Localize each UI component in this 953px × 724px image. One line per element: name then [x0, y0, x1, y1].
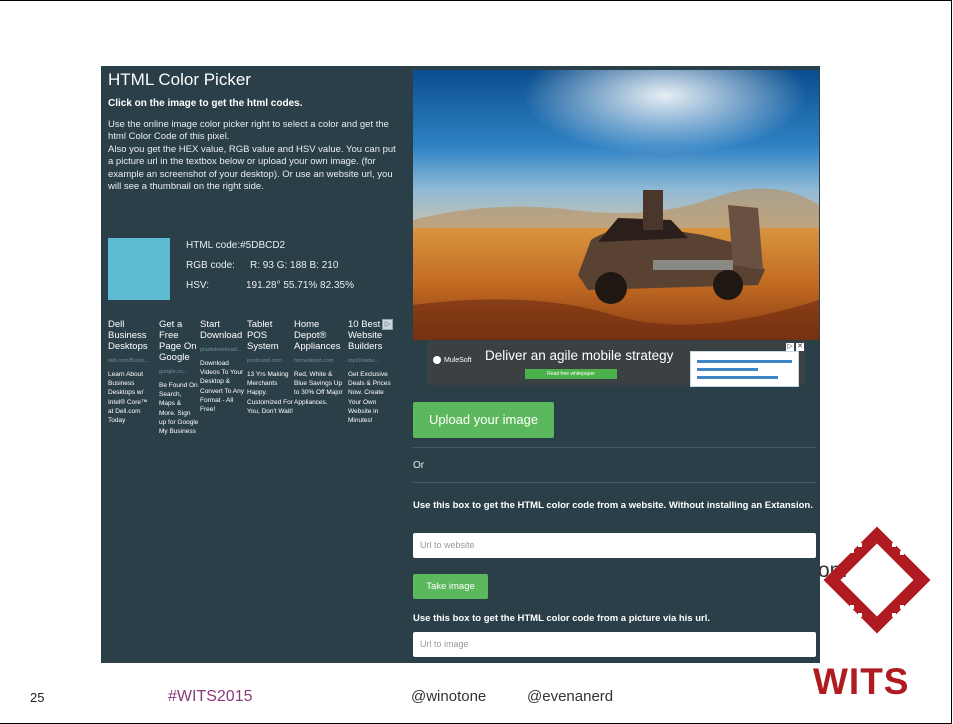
upload-image-button[interactable]: Upload your image [413, 402, 554, 438]
hsv-code-label: HSV: [186, 280, 209, 291]
ad-item[interactable]: Tablet POS System posbrand.com 13 Yrs Ma… [247, 319, 293, 416]
ad-item[interactable]: Get a Free Page On Google google.co... B… [159, 319, 199, 436]
ad-title[interactable]: Start Download [200, 319, 246, 341]
ad-description: 13 Yrs Making Merchants Happy. Customize… [247, 371, 293, 415]
adchoices-icon[interactable]: ▷ [786, 343, 794, 351]
ad-item[interactable]: 10 Best Website Builders top10webs... Ge… [348, 319, 394, 425]
hsv-code-value: 191.28° 55.71% 82.35% [246, 280, 354, 291]
close-icon[interactable]: ✕ [796, 343, 804, 351]
wits-logo-text: WITS [813, 661, 910, 702]
ad-block: Dell Business Desktops dell.com/Busin...… [108, 319, 398, 663]
html-code-value: #5DBCD2 [240, 240, 286, 251]
intro-paragraph: Use the online image color picker right … [108, 119, 389, 143]
color-picker-screenshot: HTML Color Picker Click on the image to … [101, 66, 820, 663]
ad-url[interactable]: dell.com/Busin... [108, 358, 154, 364]
or-label: Or [413, 460, 425, 471]
wits-logo-icon [823, 526, 931, 634]
ad-url[interactable]: google.co... [159, 369, 199, 375]
ad-description: Download Videos To Your Desktop & Conver… [200, 360, 244, 414]
desert-car-photo[interactable] [413, 70, 819, 340]
divider [413, 447, 816, 448]
picker-panel: MuleSoft Deliver an agile mobile strateg… [413, 66, 820, 663]
website-url-input[interactable]: Url to website [413, 533, 816, 558]
ad-description: Red, White & Blue Savings Up to 30% Off … [294, 371, 343, 406]
ad-url[interactable]: ptaskdownload... [200, 347, 246, 353]
rgb-code-value: R: 93 G: 188 B: 210 [250, 260, 339, 271]
ad-item[interactable]: Start Download ptaskdownload... Download… [200, 319, 246, 414]
ad-title[interactable]: Dell Business Desktops [108, 319, 154, 352]
image-url-prompt: Use this box to get the HTML color code … [413, 613, 711, 624]
color-swatch [108, 238, 170, 300]
app-subtitle: Click on the image to get the html codes… [108, 98, 303, 109]
slide-page-number: 25 [30, 690, 45, 705]
intro-text: Use the online image color picker right … [108, 119, 398, 193]
banner-brand: MuleSoft [433, 356, 472, 364]
banner-cta-button[interactable]: Read free whitepaper [525, 369, 617, 379]
adchoices-icon[interactable]: ▷ [382, 319, 393, 330]
html-code-row: HTML code:#5DBCD2 [186, 240, 354, 260]
ad-url[interactable]: top10webs... [348, 358, 394, 364]
banner-brand-name: MuleSoft [444, 356, 472, 364]
ad-item[interactable]: Home Depot® Appliances homedepot.com Red… [294, 319, 346, 407]
ad-description: Be Found On Search, Maps & More. Sign up… [159, 382, 199, 436]
ad-description: Learn About Business Desktops w/ Intel® … [108, 371, 148, 425]
footer-hashtag: #WITS2015 [168, 688, 253, 705]
footer-handle: @evenanerd [527, 688, 614, 705]
ad-description: Get Exclusive Deals & Prices Now. Create… [348, 371, 391, 425]
website-prompt: Use this box to get the HTML color code … [413, 500, 813, 511]
html-code-label: HTML code: [186, 240, 241, 251]
hsv-code-row: HSV: 191.28° 55.71% 82.35% [186, 280, 354, 300]
color-codes: HTML code:#5DBCD2 RGB code: R: 93 G: 188 … [186, 240, 354, 300]
mulesoft-logo-icon [433, 356, 441, 364]
intro-paragraph: Also you get the HEX value, RGB value an… [108, 143, 396, 193]
take-image-button[interactable]: Take image [413, 574, 488, 599]
image-url-input[interactable]: Url to image [413, 632, 816, 657]
ad-item[interactable]: Dell Business Desktops dell.com/Busin...… [108, 319, 154, 425]
ad-title[interactable]: Home Depot® Appliances [294, 319, 346, 352]
ad-banner[interactable]: MuleSoft Deliver an agile mobile strateg… [427, 341, 805, 387]
banner-headline: Deliver an agile mobile strategy [485, 348, 674, 363]
rgb-code-label: RGB code: [186, 260, 235, 271]
ad-url[interactable]: posbrand.com [247, 358, 293, 364]
divider [413, 482, 816, 483]
banner-whitepaper-thumbnail [690, 351, 799, 387]
ad-url[interactable]: homedepot.com [294, 358, 346, 364]
ad-title[interactable]: Get a Free Page On Google [159, 319, 199, 363]
info-panel: HTML Color Picker Click on the image to … [101, 66, 406, 663]
footer-handle: @winotone [411, 688, 487, 705]
app-title: HTML Color Picker [108, 70, 251, 89]
rgb-code-row: RGB code: R: 93 G: 188 B: 210 [186, 260, 354, 280]
ad-title[interactable]: Tablet POS System [247, 319, 293, 352]
